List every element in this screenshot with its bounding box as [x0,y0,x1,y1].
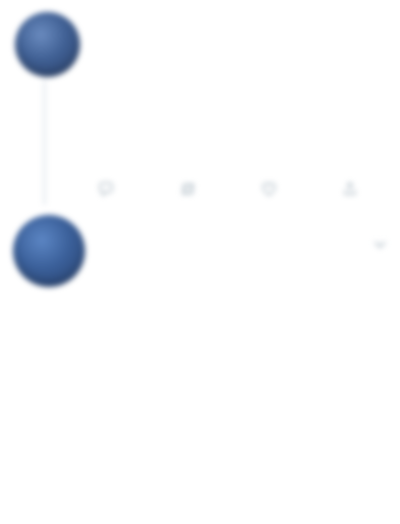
main-tweet [0,208,400,524]
reply-action[interactable] [98,181,119,197]
avatar[interactable] [15,12,80,77]
thread-line [43,80,46,205]
avatar[interactable] [13,215,85,287]
more-options-button[interactable] [372,236,388,252]
reply-tweet[interactable] [0,0,400,205]
reply-action-bar [98,178,358,200]
reply-icon [99,182,113,197]
chevron-down-icon [374,241,386,249]
like-action[interactable] [261,181,282,197]
retweet-action[interactable] [179,181,202,197]
like-icon [262,182,277,196]
retweet-icon [180,183,195,195]
share-action[interactable] [342,181,358,197]
share-icon [344,182,356,195]
tweet-text [17,298,375,320]
